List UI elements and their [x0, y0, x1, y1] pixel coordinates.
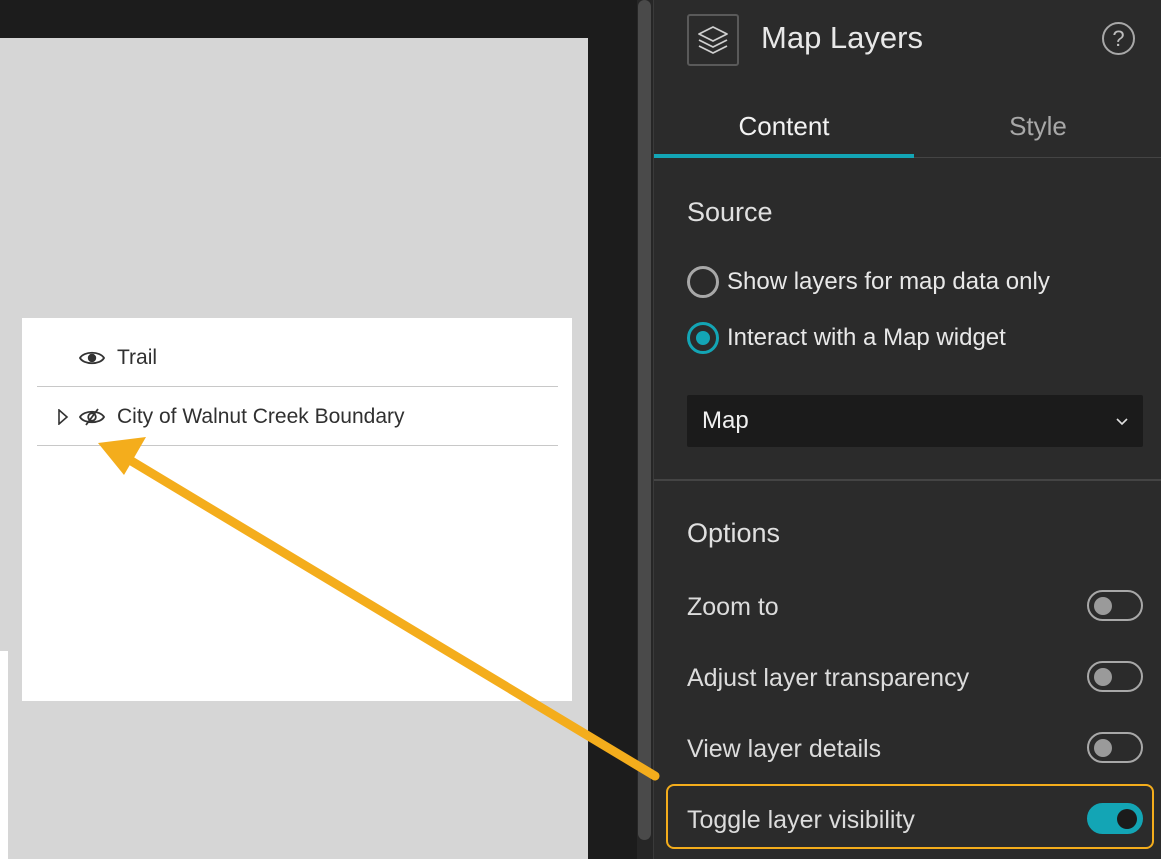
option-zoom-to: Zoom to [687, 587, 1143, 627]
radio-button[interactable] [687, 266, 719, 298]
map-select[interactable]: Map [687, 395, 1143, 447]
toggle-knob [1117, 808, 1137, 829]
option-toggle-visibility: Toggle layer visibility [687, 800, 1143, 840]
radio-map-widget[interactable]: Interact with a Map widget [687, 320, 1006, 356]
map-select-value: Map [702, 407, 749, 434]
help-icon[interactable]: ? [1102, 22, 1135, 55]
scrollbar-thumb[interactable] [638, 0, 651, 840]
visibility-toggle[interactable] [1087, 803, 1143, 834]
layers-icon [687, 14, 739, 66]
panel-title: Map Layers [761, 20, 923, 55]
option-label: Zoom to [687, 593, 779, 621]
source-section-title: Source [687, 197, 773, 227]
canvas-edge [0, 651, 8, 859]
section-divider [654, 479, 1161, 481]
toggle-knob [1094, 739, 1112, 757]
radio-label: Show layers for map data only [727, 268, 1050, 295]
layer-name: Trail [117, 346, 158, 369]
chevron-down-icon [1116, 418, 1128, 426]
option-label: Toggle layer visibility [687, 806, 915, 834]
panel-tabs: Content Style [654, 96, 1161, 158]
layer-list-item[interactable]: Trail [37, 330, 558, 387]
canvas-scrollbar[interactable] [637, 0, 653, 859]
layer-list-item[interactable]: City of Walnut Creek Boundary [37, 388, 558, 446]
layer-name: City of Walnut Creek Boundary [117, 404, 405, 428]
map-layers-widget[interactable]: Trail City of Walnut Creek Boundary [22, 318, 572, 701]
tab-content[interactable]: Content [654, 96, 914, 158]
options-section-title: Options [687, 518, 781, 548]
radio-map-data-only[interactable]: Show layers for map data only [687, 264, 1050, 300]
transparency-toggle[interactable] [1087, 661, 1143, 692]
zoom-to-toggle[interactable] [1087, 590, 1143, 621]
option-label: Adjust layer transparency [687, 664, 970, 692]
radio-label: Interact with a Map widget [727, 324, 1006, 351]
builder-canvas: Trail City of Walnut Creek Boundary [0, 0, 637, 859]
layer-details-toggle[interactable] [1087, 732, 1143, 763]
eye-off-icon[interactable] [79, 407, 105, 426]
toggle-knob [1094, 597, 1112, 615]
option-label: View layer details [687, 735, 882, 763]
option-layer-details: View layer details [687, 729, 1143, 769]
option-transparency: Adjust layer transparency [687, 658, 1143, 698]
radio-button[interactable] [687, 322, 719, 354]
caret-right-icon[interactable] [57, 408, 69, 425]
tab-style[interactable]: Style [914, 96, 1161, 158]
eye-icon[interactable] [79, 349, 105, 367]
settings-panel: Map Layers ? Content Style Source Show l… [653, 0, 1161, 859]
toggle-knob [1094, 668, 1112, 686]
